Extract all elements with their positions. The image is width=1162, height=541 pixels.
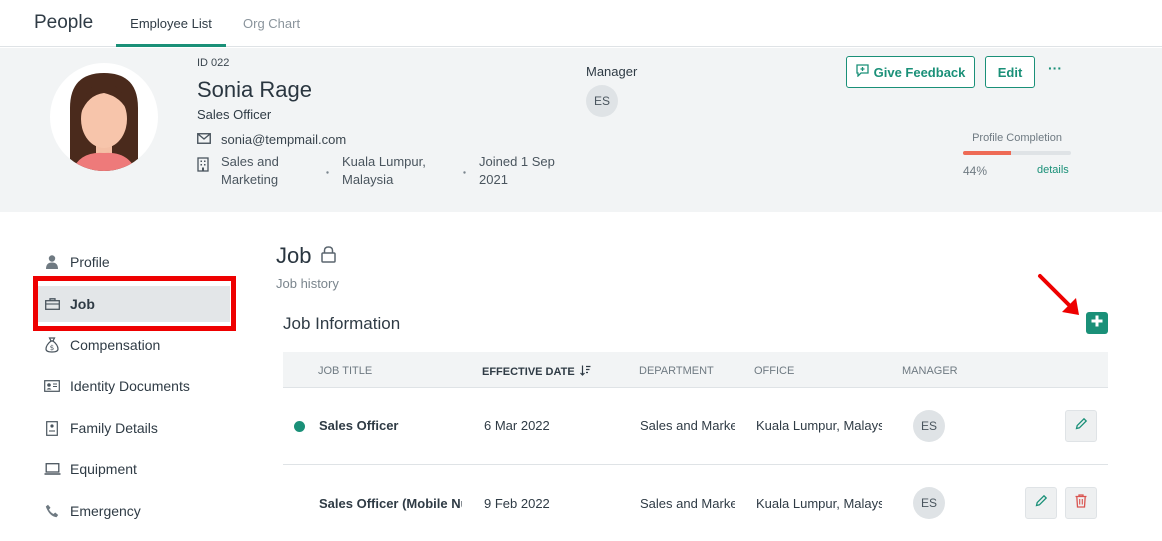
manager-avatar[interactable]: ES bbox=[586, 85, 618, 117]
give-feedback-button[interactable]: Give Feedback bbox=[846, 56, 975, 88]
separator-dot bbox=[326, 161, 329, 179]
tab-org-chart[interactable]: Org Chart bbox=[243, 16, 300, 47]
employee-role: Sales Officer bbox=[197, 107, 272, 122]
sidebar-item-label: Identity Documents bbox=[70, 378, 190, 394]
profile-completion-details-link[interactable]: details bbox=[1037, 164, 1069, 176]
job-title-cell: Sales Officer bbox=[319, 418, 399, 433]
highlight-annotation-box bbox=[33, 276, 236, 331]
effective-date-cell: 9 Feb 2022 bbox=[484, 496, 550, 511]
table-row[interactable]: Sales Officer 6 Mar 2022 Sales and Marke… bbox=[283, 388, 1108, 465]
column-header-effective-date[interactable]: Effective Date bbox=[482, 365, 591, 379]
id-card-icon bbox=[34, 380, 70, 392]
edit-job-button[interactable] bbox=[1025, 487, 1057, 519]
employee-department: Sales and Marketing bbox=[221, 154, 279, 187]
phone-icon bbox=[34, 504, 70, 518]
sidebar-item-equipment[interactable]: Equipment bbox=[34, 451, 230, 487]
employee-email[interactable]: sonia@tempmail.com bbox=[221, 132, 346, 147]
office-cell: Kuala Lumpur, Malaysia bbox=[756, 496, 882, 511]
page-title: Job bbox=[276, 243, 337, 269]
trash-icon bbox=[1075, 493, 1087, 513]
building-icon bbox=[197, 157, 209, 177]
app-title: People bbox=[34, 12, 94, 33]
manager-avatar[interactable]: ES bbox=[913, 410, 945, 442]
envelope-icon bbox=[197, 132, 211, 147]
office-cell: Kuala Lumpur, Malaysia bbox=[756, 418, 882, 433]
lock-icon bbox=[321, 243, 337, 269]
edit-job-button[interactable] bbox=[1065, 410, 1097, 442]
page-title-text: Job bbox=[276, 243, 312, 268]
sidebar-item-label: Emergency bbox=[70, 503, 141, 519]
column-header-office[interactable]: Office bbox=[754, 365, 794, 377]
employee-name: Sonia Rage bbox=[197, 77, 312, 102]
employee-email-row: sonia@tempmail.com bbox=[197, 132, 346, 147]
sidebar-item-label: Equipment bbox=[70, 461, 137, 477]
sidebar-item-label: Compensation bbox=[70, 337, 161, 353]
manager-avatar[interactable]: ES bbox=[913, 487, 945, 519]
feedback-icon bbox=[855, 64, 869, 80]
profile-completion-percent: 44% bbox=[963, 164, 988, 178]
employee-location: Kuala Lumpur, Malaysia bbox=[342, 154, 426, 187]
tab-employee-list[interactable]: Employee List bbox=[116, 16, 226, 47]
profile-completion-fill bbox=[963, 151, 1011, 155]
column-header-manager[interactable]: Manager bbox=[902, 365, 958, 377]
laptop-icon bbox=[34, 463, 70, 475]
money-bag-icon: $ bbox=[34, 337, 70, 353]
sidebar-item-family-details[interactable]: Family Details bbox=[34, 410, 230, 446]
sidebar-item-label: Profile bbox=[70, 254, 110, 270]
effective-date-cell: 6 Mar 2022 bbox=[484, 418, 550, 433]
sidebar-item-profile[interactable]: Profile bbox=[34, 244, 230, 280]
sort-descending-icon bbox=[579, 365, 591, 379]
manager-label: Manager bbox=[586, 64, 638, 79]
page-subtitle: Job history bbox=[276, 276, 339, 291]
svg-text:$: $ bbox=[50, 344, 54, 352]
arrow-annotation-icon bbox=[1036, 272, 1086, 327]
edit-button[interactable]: Edit bbox=[985, 56, 1035, 88]
pencil-icon bbox=[1035, 494, 1048, 512]
document-icon bbox=[34, 420, 70, 436]
delete-job-button[interactable] bbox=[1065, 487, 1097, 519]
person-icon bbox=[34, 255, 70, 269]
department-cell: Sales and Marketing bbox=[640, 496, 735, 511]
job-title-cell: Sales Officer (Mobile Number) bbox=[319, 496, 462, 511]
employee-avatar bbox=[50, 63, 158, 171]
department-cell: Sales and Marketing bbox=[640, 418, 735, 433]
current-status-dot bbox=[294, 421, 305, 432]
employee-id: ID 022 bbox=[197, 57, 230, 69]
more-options-button[interactable]: ··· bbox=[1044, 60, 1066, 80]
job-table-header: Job Title Effective Date Department Offi… bbox=[283, 352, 1108, 388]
employee-header: ID 022 Sonia Rage Sales Officer sonia@te… bbox=[0, 48, 1162, 212]
pencil-icon bbox=[1075, 417, 1088, 435]
employee-join-date: Joined 1 Sep 2021 bbox=[479, 154, 555, 187]
separator-dot bbox=[463, 161, 466, 179]
give-feedback-label: Give Feedback bbox=[873, 64, 966, 80]
column-header-effective-date-label: Effective Date bbox=[482, 366, 575, 378]
sidebar-item-emergency[interactable]: Emergency bbox=[34, 493, 230, 529]
plus-icon bbox=[1090, 314, 1104, 333]
table-row[interactable]: Sales Officer (Mobile Number) 9 Feb 2022… bbox=[283, 465, 1108, 541]
column-header-department[interactable]: Department bbox=[639, 365, 714, 377]
profile-completion-bar bbox=[963, 151, 1071, 155]
column-header-job-title[interactable]: Job Title bbox=[318, 365, 372, 377]
add-job-button[interactable] bbox=[1086, 312, 1108, 334]
job-information-title: Job Information bbox=[283, 314, 401, 333]
sidebar-item-identity-documents[interactable]: Identity Documents bbox=[34, 368, 230, 404]
sidebar-item-label: Family Details bbox=[70, 420, 158, 436]
profile-completion-label: Profile Completion bbox=[972, 132, 1062, 144]
sidebar-item-compensation[interactable]: $ Compensation bbox=[34, 327, 230, 363]
top-nav: People Employee List Org Chart bbox=[0, 0, 1162, 47]
